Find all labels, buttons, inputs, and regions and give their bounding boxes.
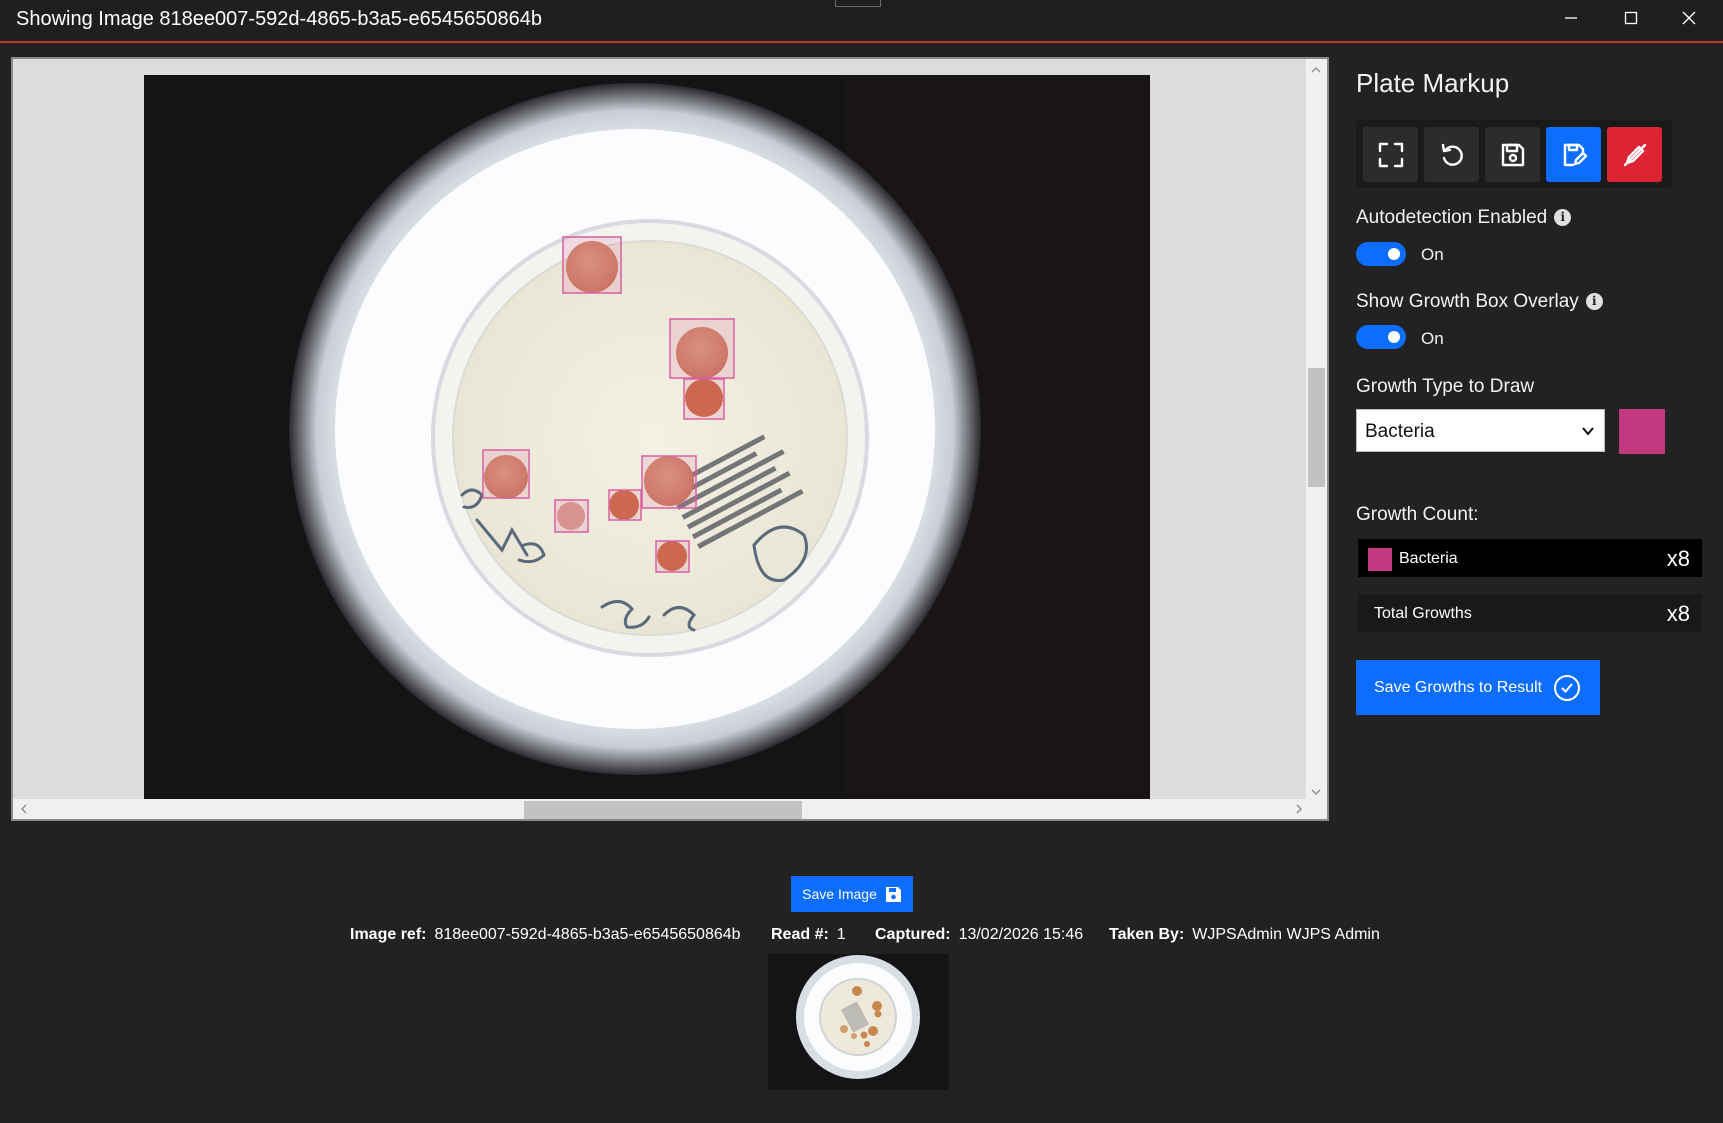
growth-type-label: Growth Type to Draw — [1356, 376, 1535, 397]
close-button[interactable] — [1667, 4, 1711, 32]
total-growths-value: x8 — [1666, 601, 1690, 626]
taken-by: Taken By: WJPSAdmin WJPS Admin — [1109, 926, 1380, 943]
total-growths-row: Total Growths x8 — [1358, 594, 1702, 632]
scroll-up-icon[interactable] — [1311, 65, 1321, 75]
growth-box[interactable] — [669, 318, 735, 379]
growth-count-value: x8 — [1666, 546, 1690, 571]
growth-box[interactable] — [655, 540, 690, 573]
growth-box[interactable] — [482, 449, 530, 499]
toggle-knob — [1388, 248, 1400, 260]
growth-type-swatch — [1368, 548, 1392, 571]
check-circle-icon — [1554, 674, 1581, 701]
toggle-knob — [1388, 331, 1400, 343]
fullscreen-button[interactable] — [1363, 127, 1418, 182]
close-icon — [1682, 11, 1696, 25]
growth-count-label: Growth Count: — [1356, 504, 1479, 525]
chevron-down-icon — [1582, 427, 1594, 436]
growth-color-swatch[interactable] — [1619, 409, 1665, 454]
image-thumbnail[interactable] — [768, 954, 949, 1090]
image-ref: Image ref: 818ee007-592d-4865-b3a5-e65456… — [350, 926, 741, 943]
edit-growth-icon — [1563, 143, 1587, 166]
growth-type-value: Bacteria — [1365, 421, 1435, 442]
panel-title: Plate Markup — [1356, 68, 1510, 98]
vertical-scroll-thumb[interactable] — [1308, 368, 1325, 487]
growth-box[interactable] — [608, 489, 642, 521]
window-title: Showing Image 818ee007-592d-4865-b3a5-e6… — [16, 8, 542, 30]
growth-count-row: Bacteria x8 — [1358, 539, 1702, 577]
save-markup-button[interactable] — [1485, 127, 1540, 182]
growth-box[interactable] — [683, 378, 725, 420]
vertical-scrollbar[interactable] — [1306, 59, 1327, 803]
autodetection-state: On — [1421, 245, 1444, 264]
scroll-down-icon[interactable] — [1311, 787, 1321, 797]
image-viewer[interactable] — [11, 57, 1329, 821]
markup-toolbar — [1356, 120, 1672, 188]
growth-count-name: Bacteria — [1399, 550, 1458, 567]
undo-button[interactable] — [1424, 127, 1479, 182]
scroll-left-icon[interactable] — [19, 804, 29, 814]
save-icon — [1501, 143, 1524, 166]
read-number: Read #: 1 — [771, 926, 846, 943]
horizontal-scroll-thumb[interactable] — [524, 801, 802, 819]
minimize-button[interactable] — [1549, 4, 1593, 32]
scroll-right-icon[interactable] — [1294, 804, 1304, 814]
erase-growth-button[interactable] — [1607, 127, 1662, 182]
info-icon[interactable]: i — [1585, 292, 1603, 310]
maximize-button[interactable] — [1609, 4, 1653, 32]
growth-box[interactable] — [641, 455, 697, 509]
horizontal-scrollbar[interactable] — [13, 799, 1310, 819]
growth-type-select[interactable]: Bacteria — [1356, 409, 1605, 452]
growth-box[interactable] — [554, 499, 589, 533]
overlay-state: On — [1421, 329, 1444, 348]
save-image-button[interactable]: Save Image — [791, 876, 913, 912]
edit-growth-button[interactable] — [1546, 127, 1601, 182]
save-growths-button[interactable]: Save Growths to Result — [1356, 660, 1600, 715]
fullscreen-icon — [1378, 142, 1403, 167]
plate-image[interactable] — [144, 75, 1150, 803]
autodetection-label: Autodetection Enabled i — [1356, 207, 1572, 229]
save-icon — [885, 886, 901, 902]
title-bar: Showing Image 818ee007-592d-4865-b3a5-e6… — [0, 0, 1723, 43]
captured-date: Captured: 13/02/2026 15:46 — [875, 926, 1084, 943]
growth-box[interactable] — [562, 236, 622, 294]
erase-growth-icon — [1623, 143, 1646, 166]
info-icon[interactable]: i — [1554, 208, 1572, 226]
minimize-icon — [1565, 17, 1577, 19]
undo-icon — [1441, 143, 1463, 166]
autodetection-toggle[interactable] — [1356, 242, 1406, 266]
overlay-label: Show Growth Box Overlay i — [1356, 291, 1603, 313]
total-growths-name: Total Growths — [1374, 605, 1472, 622]
overlay-toggle[interactable] — [1356, 325, 1406, 349]
maximize-icon — [1624, 11, 1638, 25]
scroll-corner — [1306, 799, 1327, 819]
title-grip[interactable] — [835, 0, 881, 7]
